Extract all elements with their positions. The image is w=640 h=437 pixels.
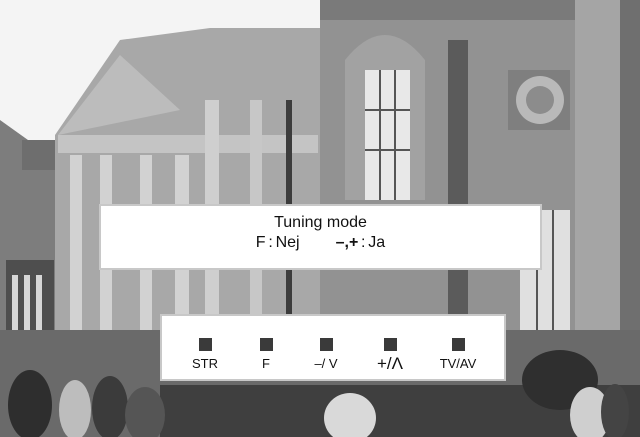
f-button[interactable]: F <box>236 338 296 371</box>
minus-down-button[interactable]: –/ V <box>296 338 356 371</box>
f-key-icon <box>259 338 273 351</box>
plus-up-button-label: +/Λ <box>376 354 403 373</box>
minus-down-key-icon <box>319 338 333 351</box>
tv-av-button[interactable]: TV/AV <box>428 338 488 371</box>
tuning-mode-title: Tuning mode <box>274 214 367 231</box>
f-button-label: F <box>262 356 270 371</box>
str-button-label: STR <box>192 356 218 371</box>
tv-av-key-icon <box>451 338 465 351</box>
option-f-key: F <box>255 234 266 251</box>
option-f-value: Nej <box>275 234 300 251</box>
tv-av-button-label: TV/AV <box>439 356 477 371</box>
str-button[interactable]: STR <box>175 338 235 371</box>
option-mp-value: Ja <box>368 234 386 251</box>
plus-up-key-icon <box>383 338 397 351</box>
plus-up-button[interactable]: +/Λ <box>360 338 420 373</box>
option-mp-separator: : <box>361 234 366 251</box>
tv-screen: Tuning mode F: Nej –,+: Ja STR F –/ V +/Λ T… <box>0 0 640 437</box>
option-minus-plus-key: –,+ <box>335 234 359 251</box>
key-legend-panel: STR F –/ V +/Λ TV/AV <box>160 314 506 381</box>
str-key-icon <box>198 338 212 351</box>
tuning-mode-options: F: Nej –,+: Ja <box>101 234 540 252</box>
tuning-mode-panel: Tuning mode F: Nej –,+: Ja <box>99 204 542 270</box>
minus-down-button-label: –/ V <box>314 356 338 371</box>
option-f-separator: : <box>268 234 273 251</box>
